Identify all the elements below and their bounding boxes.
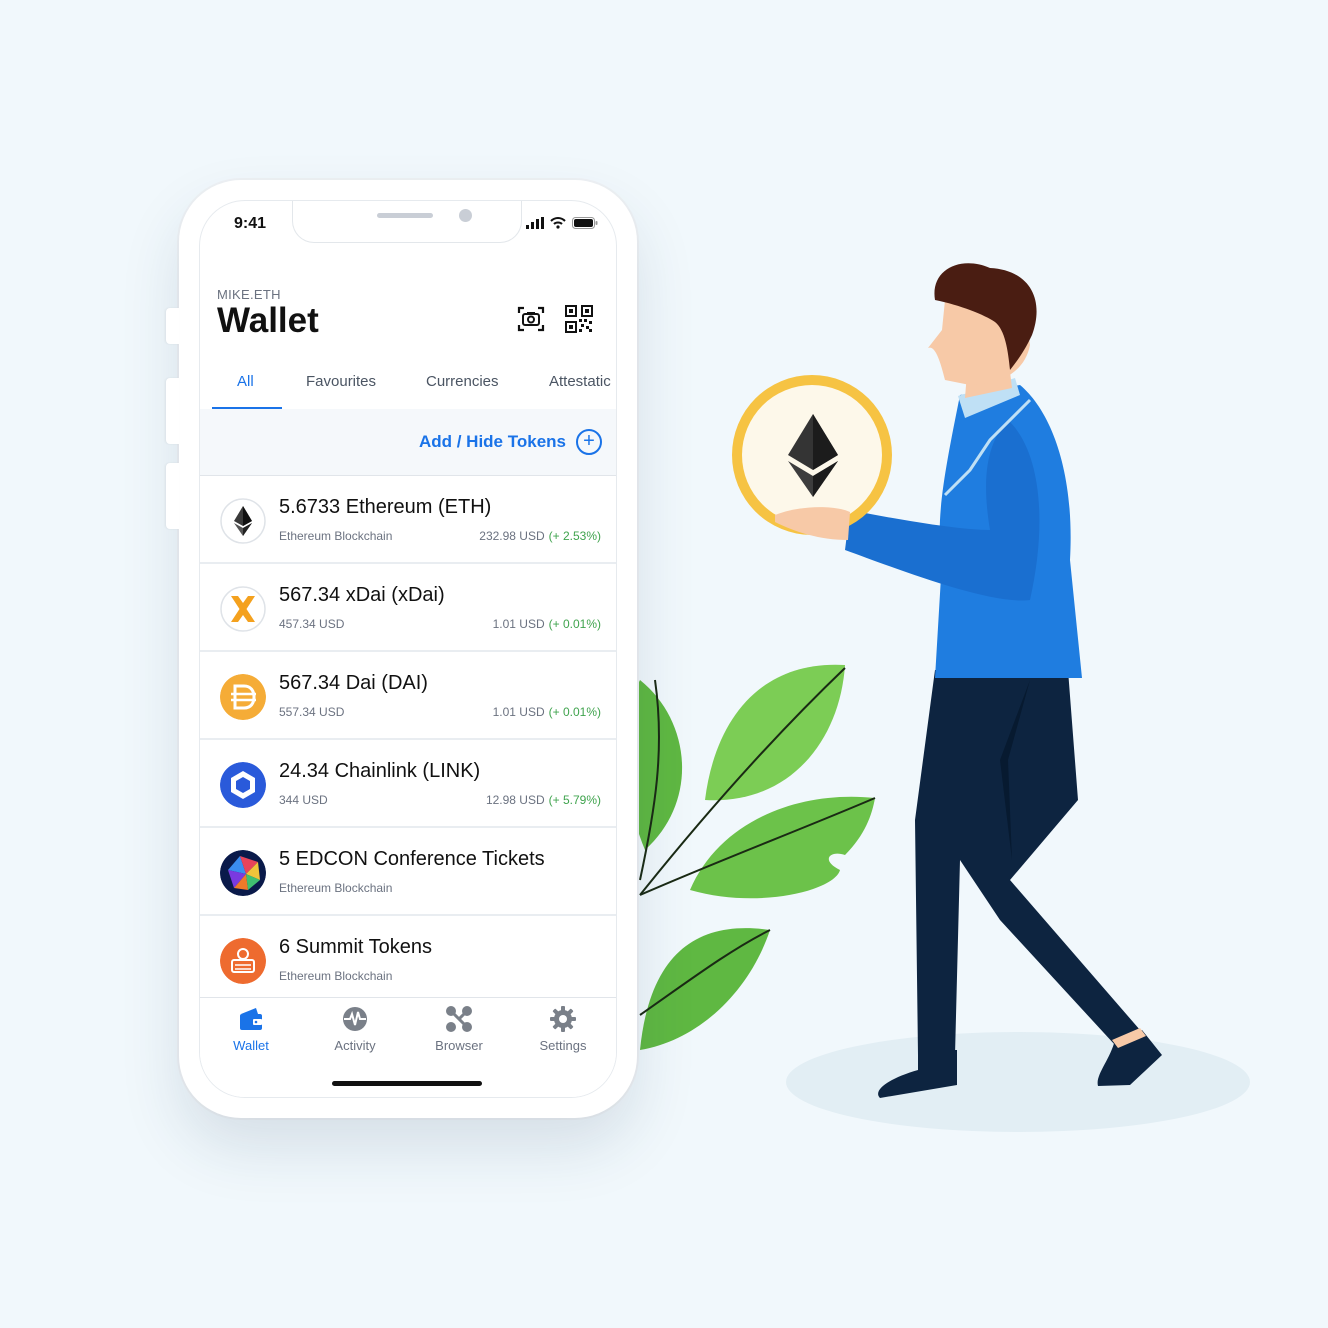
token-price: 1.01 USD (+ 0.01%) [493, 617, 601, 631]
token-row[interactable]: 567.34 xDai (xDai) 457.34 USD 1.01 USD (+… [200, 564, 616, 652]
nav-wallet[interactable]: Wallet [206, 1004, 296, 1053]
wallet-screen: 9:41 MIKE.ETH Wallet All Favourites Curr… [199, 200, 617, 1098]
token-title: 24.34 Chainlink (LINK) [279, 760, 481, 782]
ens-name: MIKE.ETH [217, 287, 281, 302]
ground-shadow [786, 1032, 1250, 1132]
status-time: 9:41 [234, 215, 267, 232]
token-price: 12.98 USD (+ 5.79%) [486, 793, 601, 807]
phone-frame: 9:41 MIKE.ETH Wallet All Favourites Curr… [166, 180, 637, 1118]
token-title: 567.34 xDai (xDai) [279, 584, 445, 606]
illustration-scene: 9:41 MIKE.ETH Wallet All Favourites Curr… [0, 0, 1328, 1328]
nav-activity[interactable]: Activity [310, 1004, 400, 1053]
tab-bar: All Favourites Currencies Attestatic [200, 363, 616, 410]
phone-notch [292, 201, 522, 243]
price-change: (+ 0.01%) [548, 617, 601, 631]
token-row[interactable]: 24.34 Chainlink (LINK) 344 USD 12.98 USD… [200, 740, 616, 828]
price-value: 232.98 USD [479, 529, 545, 543]
nav-settings[interactable]: Settings [518, 1004, 608, 1053]
token-list: 5.6733 Ethereum (ETH) Ethereum Blockchai… [200, 476, 616, 1004]
add-circle-icon[interactable]: + [576, 429, 602, 455]
scan-camera-icon[interactable] [516, 304, 546, 334]
nav-label: Activity [334, 1038, 376, 1053]
add-tokens-bar: Add / Hide Tokens + [200, 409, 616, 476]
token-subtitle: Ethereum Blockchain [279, 529, 393, 543]
phone-side-button [166, 463, 179, 529]
token-subtitle: 557.34 USD [279, 705, 345, 719]
nav-label: Wallet [233, 1038, 269, 1053]
front-camera [459, 209, 472, 222]
qr-code-icon[interactable] [564, 304, 594, 334]
token-title: 5 EDCON Conference Tickets [279, 848, 545, 870]
tab-all[interactable]: All [237, 373, 254, 390]
phone-side-button [166, 308, 179, 344]
nav-label: Browser [435, 1038, 483, 1053]
token-row[interactable]: 567.34 Dai (DAI) 557.34 USD 1.01 USD (+ 0… [200, 652, 616, 740]
price-change: (+ 0.01%) [548, 705, 601, 719]
price-change: (+ 5.79%) [548, 793, 601, 807]
price-change: (+ 2.53%) [548, 529, 601, 543]
token-title: 567.34 Dai (DAI) [279, 672, 428, 694]
battery-icon [572, 217, 598, 229]
tab-currencies[interactable]: Currencies [426, 373, 499, 390]
tab-favourites[interactable]: Favourites [306, 373, 376, 390]
nav-browser[interactable]: Browser [414, 1004, 504, 1053]
activity-icon [343, 1007, 367, 1031]
add-hide-tokens-link[interactable]: Add / Hide Tokens [419, 432, 566, 452]
plant-leaves [625, 664, 876, 1050]
token-row[interactable]: 6 Summit Tokens Ethereum Blockchain [200, 916, 616, 1004]
edcon-icon [220, 850, 266, 896]
price-value: 1.01 USD [492, 617, 545, 631]
token-title: 6 Summit Tokens [279, 936, 433, 958]
tab-attestations[interactable]: Attestatic [549, 373, 611, 390]
wallet-icon [240, 1008, 262, 1030]
token-price: 1.01 USD (+ 0.01%) [493, 705, 601, 719]
price-value: 1.01 USD [492, 705, 545, 719]
summit-icon [220, 938, 266, 984]
xdai-icon [220, 586, 266, 632]
settings-icon [550, 1006, 576, 1032]
page-title: Wallet [217, 301, 319, 340]
chainlink-icon [220, 762, 266, 808]
price-value: 12.98 USD [485, 793, 545, 807]
token-row[interactable]: 5 EDCON Conference Tickets Ethereum Bloc… [200, 828, 616, 916]
dai-icon [220, 674, 266, 720]
phone-side-button [166, 378, 179, 444]
wifi-icon [550, 217, 566, 229]
token-subtitle: 457.34 USD [279, 617, 345, 631]
token-subtitle: Ethereum Blockchain [279, 881, 393, 895]
ethereum-icon [220, 498, 266, 544]
token-subtitle: 344 USD [279, 793, 328, 807]
nav-label: Settings [539, 1038, 587, 1053]
browser-icon [446, 1006, 472, 1032]
token-title: 5.6733 Ethereum (ETH) [279, 496, 492, 518]
token-row[interactable]: 5.6733 Ethereum (ETH) Ethereum Blockchai… [200, 476, 616, 564]
signal-icon [526, 217, 544, 229]
token-subtitle: Ethereum Blockchain [279, 969, 393, 983]
home-indicator[interactable] [332, 1081, 482, 1086]
status-icons [526, 217, 598, 229]
token-price: 232.98 USD (+ 2.53%) [479, 529, 601, 543]
speaker [377, 213, 433, 218]
